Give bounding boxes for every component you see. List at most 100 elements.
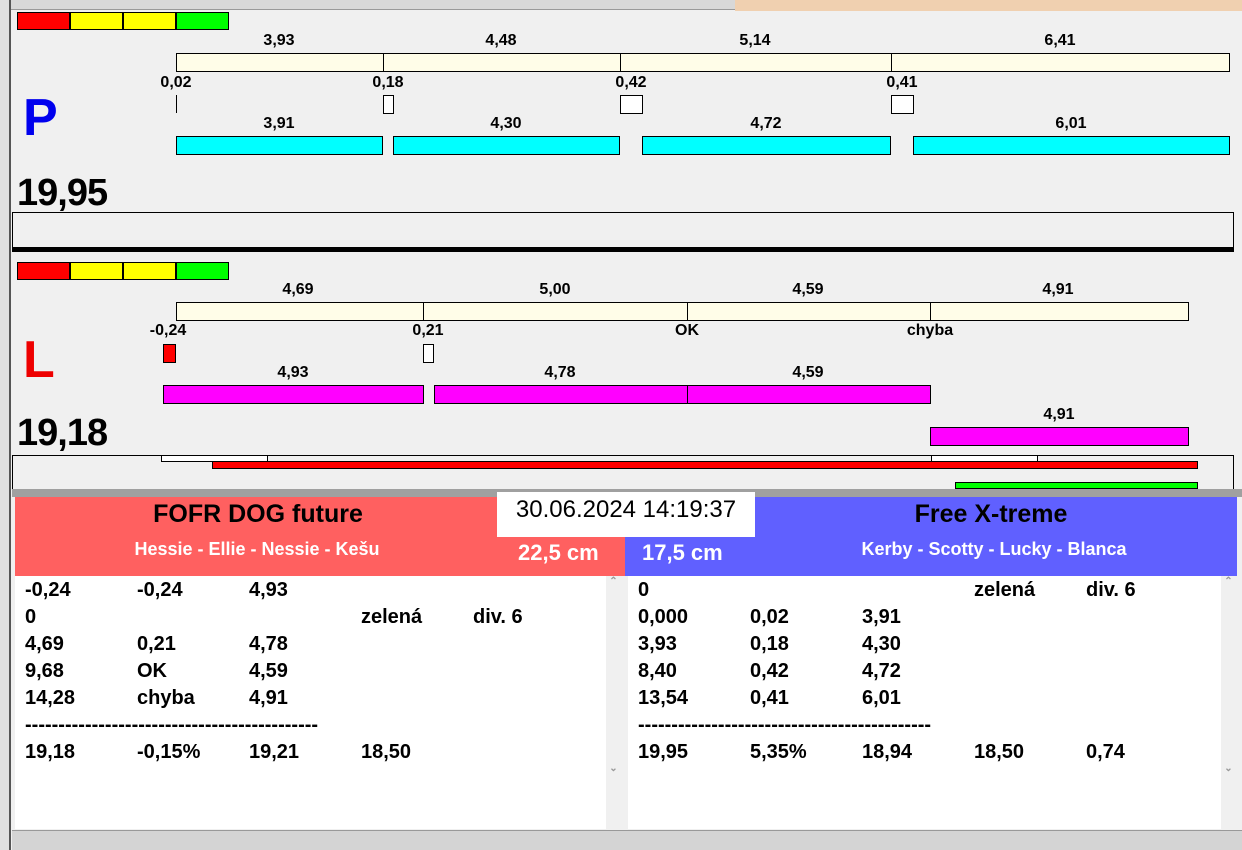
diff-label: 0,02 [160,74,192,91]
total-time: 19,18 [17,412,108,454]
result-cell: 0,41 [750,687,789,709]
run-bar [642,136,891,155]
result-cell: 19,95 [638,741,689,763]
result-cell: 19,21 [249,741,300,763]
progress-red [212,461,1198,469]
left-edge [0,0,11,850]
left-results-text[interactable]: ⌃ ⌄ -0,24 -0,24 4,93 0 zelená div. 6 4,69 0,21 4,7… [15,576,621,829]
status-yellow [70,12,123,30]
run-label: 6,01 [1055,115,1087,132]
lane-letter: P [23,89,58,147]
result-cell: 4,69 [25,633,64,655]
run-bar [176,136,383,155]
status-yellow [70,262,123,280]
result-cell: -0,15% [137,741,201,763]
result-cell: 0,74 [1086,741,1125,763]
datetime: 30.06.2024 14:19:37 [497,492,755,537]
segment-bar [383,53,621,72]
segment-bar [930,302,1189,321]
status-red [17,12,70,30]
segment-label: 5,00 [539,281,571,298]
status-yellow [123,12,176,30]
result-cell: 0,02 [750,606,789,628]
result-cell: 3,93 [638,633,677,655]
diff-marker [176,95,177,113]
result-cell: 18,50 [361,741,412,763]
result-cell: 0,000 [638,606,689,628]
result-cell: 9,68 [25,660,64,682]
segment-label: 4,69 [282,281,314,298]
result-cell: 19,18 [25,741,76,763]
divider [12,248,1234,252]
run-bar [687,385,931,404]
progress-green [955,482,1198,489]
scrollbar[interactable]: ⌃ ⌄ [1221,576,1236,829]
right-results-text[interactable]: ⌃ ⌄ 0 zelená div. 6 0,000 0,02 3,91 3,93 0,18 4,30… [628,576,1236,829]
diff-marker [891,95,914,114]
result-cell: chyba [137,687,195,709]
result-cell: 0,42 [750,660,789,682]
result-cell: 4,91 [249,687,288,709]
run-label: 4,78 [544,364,576,381]
result-cell: 13,54 [638,687,689,709]
result-cell: 0,18 [750,633,789,655]
run-label: 4,30 [490,115,522,132]
diff-label: 0,41 [886,74,918,91]
diff-marker [423,344,434,363]
segment-bar [620,53,892,72]
result-cell: zelená [361,606,423,628]
result-cell: 0 [638,579,650,601]
run-label: 4,72 [750,115,782,132]
result-cell: 8,40 [638,660,677,682]
result-cell: div. 6 [1086,579,1136,601]
segment-bar [891,53,1230,72]
result-cell: 4,30 [862,633,901,655]
status-yellow [123,262,176,280]
diff-label: chyba [906,322,954,339]
left-team-dogs: Hessie - Ellie - Nessie - Kešu [134,539,380,559]
segment-label: 5,14 [739,32,771,49]
result-cell: 0,21 [137,633,176,655]
diff-label: 0,18 [372,74,404,91]
tab-strip-right [735,0,1242,11]
run-label: 3,91 [263,115,295,132]
result-cell: 6,01 [862,687,901,709]
result-cell: ----------------------------------------… [25,714,319,736]
segment-bar [423,302,688,321]
result-cell: zelená [974,579,1036,601]
status-green [176,262,229,280]
diff-label: -0,24 [149,322,187,339]
right-team-name: Free X-treme [914,500,1068,528]
run-bar [434,385,688,404]
run-bar [393,136,620,155]
status-red [17,262,70,280]
run-bar [930,427,1189,446]
tab-strip [0,0,735,10]
result-cell: 4,78 [249,633,288,655]
run-label: 4,93 [277,364,309,381]
segment-label: 4,91 [1042,281,1074,298]
diff-marker [620,95,643,114]
segment-label: 4,48 [485,32,517,49]
result-cell: 4,93 [249,579,288,601]
segment-bar [687,302,931,321]
left-team-name: FOFR DOG future [153,500,363,528]
result-cell: div. 6 [473,606,523,628]
result-cell: 5,35% [750,741,807,763]
right-team-dogs: Kerby - Scotty - Lucky - Blanca [861,539,1127,559]
diff-label: 0,42 [615,74,647,91]
result-cell: 18,94 [862,741,913,763]
segment-bar [176,302,424,321]
segment-label: 4,59 [792,281,824,298]
result-cell: -0,24 [25,579,71,601]
right-team-height: 17,5 cm [642,540,723,565]
run-label: 4,91 [1043,406,1075,423]
status-green [176,12,229,30]
diff-label: OK [675,322,699,339]
result-cell: 0 [25,606,37,628]
result-cell: 3,91 [862,606,901,628]
diff-marker [383,95,394,114]
status-bar [12,830,1242,850]
diff-marker [163,344,176,363]
scrollbar[interactable]: ⌃ ⌄ [606,576,621,829]
